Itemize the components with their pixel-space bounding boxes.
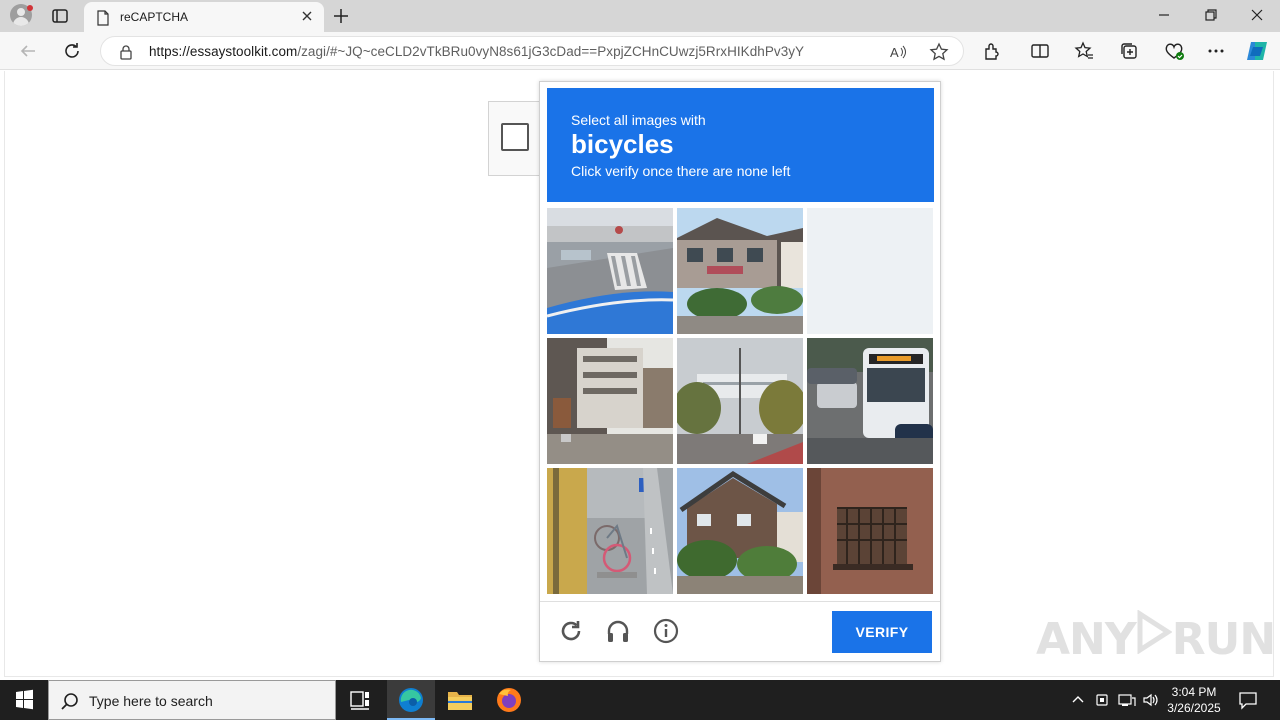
info-icon[interactable]: [653, 618, 679, 649]
verify-button[interactable]: VERIFY: [832, 611, 932, 653]
page-icon: [96, 10, 110, 31]
clock-time: 3:04 PM: [1171, 685, 1217, 699]
copilot-icon[interactable]: [1245, 39, 1269, 68]
defender-tray-icon[interactable]: [1094, 692, 1110, 713]
notification-dot: [27, 5, 33, 11]
url-text: https://essaystoolkit.com/zagi/#~JQ~ceCL…: [149, 44, 804, 59]
prompt-hint: Click verify once there are none left: [571, 163, 791, 179]
captcha-tile-9[interactable]: [807, 468, 933, 594]
tab-recaptcha[interactable]: reCAPTCHA: [84, 2, 324, 32]
favorite-star-icon[interactable]: [929, 42, 949, 67]
play-logo-icon: [1136, 609, 1173, 665]
url-host: https://essaystoolkit.com: [149, 44, 298, 59]
more-options-icon[interactable]: [1206, 41, 1226, 66]
url-path: /zagi/#~JQ~ceCLD2vTkBRu0vyN8s61jG3cDad==…: [297, 44, 805, 59]
captcha-tile-7[interactable]: [547, 468, 673, 594]
notifications-icon[interactable]: [1238, 690, 1258, 715]
search-placeholder: Type here to search: [89, 693, 213, 709]
taskbar: Type here to search 3:04 PM 3/26/2025: [0, 680, 1280, 720]
extensions-icon[interactable]: [982, 41, 1002, 66]
svg-text:A: A: [890, 45, 899, 60]
recaptcha-checkbox[interactable]: [501, 123, 529, 151]
address-bar[interactable]: https://essaystoolkit.com/zagi/#~JQ~ceCL…: [100, 36, 964, 66]
show-hidden-icons[interactable]: [1070, 692, 1086, 713]
clock-date: 3/26/2025: [1167, 701, 1221, 715]
browser-essentials-icon[interactable]: [1163, 41, 1185, 66]
favorites-icon[interactable]: [1074, 41, 1094, 66]
reload-icon[interactable]: [558, 618, 584, 649]
audio-challenge-icon[interactable]: [605, 618, 631, 649]
lock-icon[interactable]: [119, 44, 133, 65]
collections-icon[interactable]: [1119, 41, 1139, 66]
watermark: ANY RUN: [1036, 609, 1276, 665]
split-screen-icon[interactable]: [1030, 41, 1050, 66]
tab-strip: reCAPTCHA: [0, 0, 1280, 32]
minimize-icon[interactable]: [1157, 8, 1171, 27]
close-window-icon[interactable]: [1250, 8, 1264, 27]
back-icon[interactable]: [18, 41, 38, 66]
new-tab-icon[interactable]: [332, 7, 350, 30]
clock[interactable]: 3:04 PM 3/26/2025: [1158, 684, 1230, 716]
watermark-right: RUN: [1171, 614, 1276, 665]
captcha-tile-5[interactable]: [677, 338, 803, 464]
browser-toolbar: https://essaystoolkit.com/zagi/#~JQ~ceCL…: [0, 32, 1280, 70]
captcha-tile-3[interactable]: [807, 208, 933, 334]
network-icon[interactable]: [1118, 692, 1136, 713]
firefox-icon[interactable]: [485, 680, 533, 720]
tab-title: reCAPTCHA: [120, 10, 189, 24]
prompt-instruction: Select all images with: [571, 112, 706, 128]
captcha-tile-6[interactable]: [807, 338, 933, 464]
footer-divider: [540, 601, 940, 602]
captcha-tile-1[interactable]: [547, 208, 673, 334]
task-view-icon[interactable]: [336, 680, 384, 720]
refresh-icon[interactable]: [62, 41, 82, 66]
close-tab-icon[interactable]: [300, 9, 314, 28]
prompt-target: bicycles: [571, 129, 674, 159]
search-icon: [61, 692, 79, 715]
file-explorer-icon[interactable]: [436, 680, 484, 720]
tab-actions-icon[interactable]: [50, 6, 70, 26]
edge-taskbar-icon[interactable]: [387, 680, 435, 720]
read-aloud-icon[interactable]: A: [889, 43, 907, 66]
restore-icon[interactable]: [1204, 8, 1218, 27]
watermark-left: ANY: [1036, 614, 1137, 665]
challenge-header: Select all images with bicycles Click ve…: [547, 88, 934, 202]
captcha-tile-2[interactable]: [677, 208, 803, 334]
captcha-tile-8[interactable]: [677, 468, 803, 594]
captcha-tile-4[interactable]: [547, 338, 673, 464]
start-windows-icon[interactable]: [0, 680, 48, 720]
taskbar-search-box[interactable]: Type here to search: [48, 680, 336, 720]
captcha-challenge: Select all images with bicycles Click ve…: [539, 81, 941, 662]
